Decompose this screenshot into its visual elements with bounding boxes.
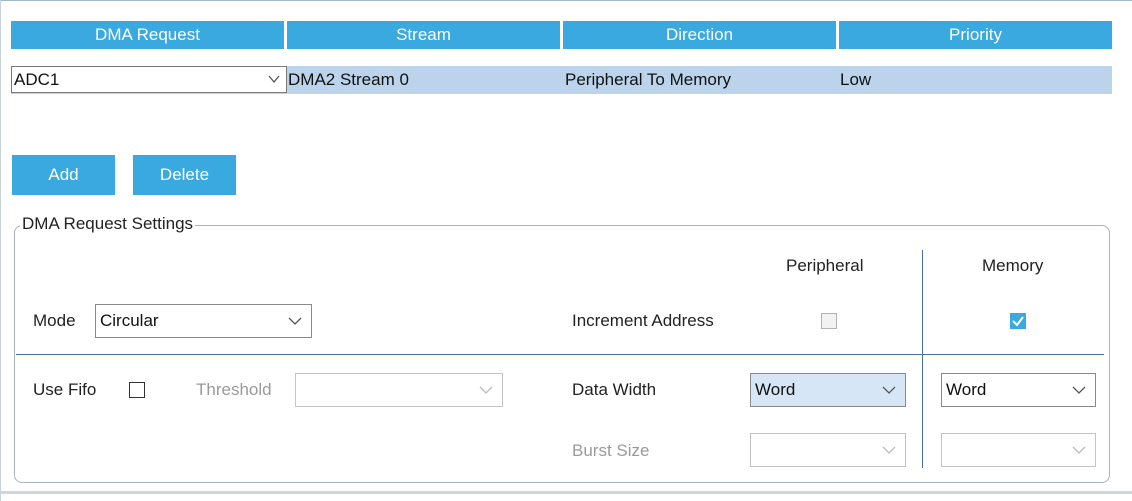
increment-peripheral-checkbox[interactable] xyxy=(821,313,837,329)
delete-button[interactable]: Delete xyxy=(133,155,236,195)
threshold-label: Threshold xyxy=(196,380,272,399)
column-header-priority[interactable]: Priority xyxy=(839,21,1112,49)
stream-cell: DMA2 Stream 0 xyxy=(288,70,409,89)
data-width-label: Data Width xyxy=(572,380,657,399)
data-width-peripheral-value: Word xyxy=(755,380,796,399)
dma-request-settings-title: DMA Request Settings xyxy=(20,214,196,234)
data-width-memory-value: Word xyxy=(946,380,987,399)
dma-table-header: DMA Request Stream Direction Priority xyxy=(11,21,1112,49)
data-width-peripheral-select[interactable]: Word xyxy=(750,373,906,407)
mode-select[interactable]: Circular xyxy=(95,304,312,338)
top-border xyxy=(0,0,1132,1)
chevron-down-icon xyxy=(288,317,302,325)
use-fifo-checkbox[interactable] xyxy=(129,382,145,398)
bottom-border xyxy=(0,491,1132,494)
dma-request-value: ADC1 xyxy=(14,69,60,89)
column-header-stream[interactable]: Stream xyxy=(287,21,560,49)
column-header-dma-request[interactable]: DMA Request xyxy=(11,21,284,49)
data-width-memory-select[interactable]: Word xyxy=(941,373,1096,407)
column-header-direction[interactable]: Direction xyxy=(563,21,836,49)
mode-label: Mode xyxy=(33,311,76,330)
mode-value: Circular xyxy=(100,311,159,330)
chevron-down-icon xyxy=(1072,386,1086,394)
memory-header: Memory xyxy=(982,256,1044,275)
checkmark-icon xyxy=(1012,316,1024,327)
priority-cell: Low xyxy=(840,70,872,89)
dma-request-select[interactable]: ADC1 xyxy=(11,66,287,93)
add-button[interactable]: Add xyxy=(12,155,115,195)
column-divider xyxy=(922,250,923,468)
burst-size-memory-select[interactable] xyxy=(941,433,1096,467)
chevron-down-icon xyxy=(268,75,280,84)
increment-address-label: Increment Address xyxy=(572,311,714,330)
threshold-select[interactable] xyxy=(295,373,503,407)
peripheral-header: Peripheral xyxy=(786,256,864,275)
row-divider xyxy=(16,354,1104,355)
chevron-down-icon xyxy=(1072,446,1086,454)
direction-cell: Peripheral To Memory xyxy=(565,70,731,89)
use-fifo-label: Use Fifo xyxy=(33,380,97,399)
burst-size-label: Burst Size xyxy=(572,441,650,460)
increment-memory-checkbox[interactable] xyxy=(1010,313,1026,329)
chevron-down-icon xyxy=(479,386,493,394)
left-border xyxy=(0,0,1,501)
burst-size-peripheral-select[interactable] xyxy=(750,433,906,467)
table-row[interactable]: ADC1 DMA2 Stream 0 Peripheral To Memory … xyxy=(11,66,1112,94)
chevron-down-icon xyxy=(882,386,896,394)
chevron-down-icon xyxy=(882,446,896,454)
